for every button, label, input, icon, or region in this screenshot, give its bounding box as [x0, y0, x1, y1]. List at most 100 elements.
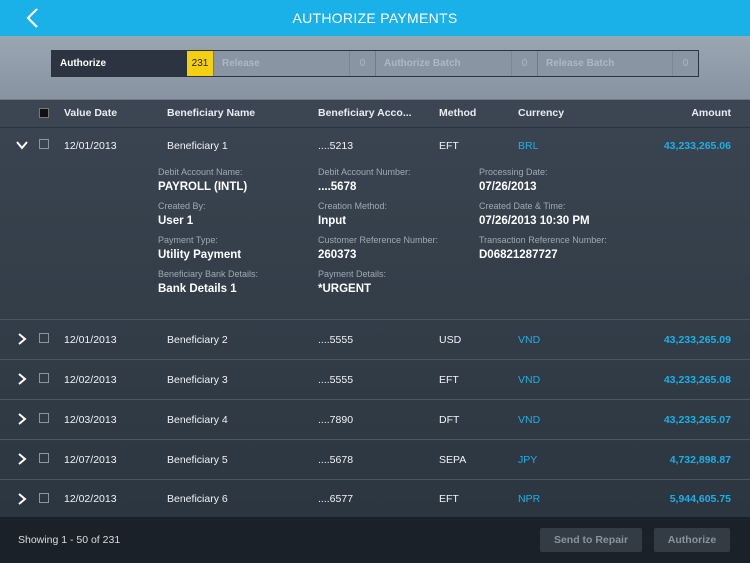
- currency: BRL: [518, 140, 539, 152]
- method: USD: [439, 334, 462, 346]
- amount: 5,944,605.75: [669, 493, 731, 505]
- chevron-down-icon[interactable]: [15, 138, 29, 152]
- amount: 43,233,265.09: [663, 334, 731, 346]
- created-datetime-label: Created Date & Time:: [479, 201, 566, 211]
- method: EFT: [439, 140, 459, 152]
- transaction-reference-label: Transaction Reference Number:: [479, 235, 607, 245]
- beneficiary-account: ....5678: [318, 454, 354, 466]
- beneficiary-account: ....7890: [318, 414, 354, 426]
- value-date: 12/01/2013: [64, 334, 117, 346]
- value-date: 12/03/2013: [64, 414, 117, 426]
- tab-label: Authorize: [60, 58, 107, 69]
- amount: 43,233,265.06: [663, 140, 731, 152]
- table-row[interactable]: 12/01/2013 Beneficiary 2 ....5555 USD VN…: [0, 320, 750, 360]
- method: EFT: [439, 493, 459, 505]
- debit-account-name-label: Debit Account Name:: [158, 167, 243, 177]
- row-checkbox[interactable]: [39, 333, 49, 343]
- pagination-status: Showing 1 - 50 of 231: [18, 534, 121, 546]
- creation-method: Input: [318, 215, 347, 227]
- segmented-tabs: Authorize 231 Release 0 Authorize Batch …: [51, 50, 699, 77]
- currency: VND: [518, 414, 541, 426]
- table-header: Value Date Beneficiary Name Beneficiary …: [0, 100, 750, 128]
- payment-type-label: Payment Type:: [158, 235, 218, 245]
- processing-date: 07/26/2013: [479, 181, 537, 193]
- page-title: AUTHORIZE PAYMENTS: [292, 10, 458, 26]
- method: DFT: [439, 414, 460, 426]
- column-amount[interactable]: Amount: [691, 100, 731, 127]
- payment-details: *URGENT: [318, 283, 372, 295]
- authorize-button[interactable]: Authorize: [654, 528, 730, 552]
- beneficiary-account: ....5555: [318, 374, 354, 386]
- debit-account-name: PAYROLL (INTL): [158, 181, 248, 193]
- debit-account-number: ....5678: [318, 181, 357, 193]
- tab-count-badge: 231: [187, 51, 213, 76]
- table-row[interactable]: 12/03/2013 Beneficiary 4 ....7890 DFT VN…: [0, 400, 750, 440]
- footer-bar: Showing 1 - 50 of 231 Send to Repair Aut…: [0, 517, 750, 563]
- bank-details-label: Beneficiary Bank Details:: [158, 269, 259, 279]
- beneficiary-name: Beneficiary 4: [167, 414, 228, 426]
- table-row[interactable]: 12/07/2013 Beneficiary 5 ....5678 SEPA J…: [0, 440, 750, 480]
- chevron-right-icon[interactable]: [15, 452, 29, 466]
- beneficiary-account: ....5213: [318, 140, 354, 152]
- amount: 4,732,898.87: [669, 454, 731, 466]
- send-to-repair-button[interactable]: Send to Repair: [540, 528, 642, 552]
- beneficiary-account: ....5555: [318, 334, 354, 346]
- currency: VND: [518, 334, 541, 346]
- beneficiary-account: ....6577: [318, 493, 354, 505]
- tab-count-badge: 0: [511, 51, 537, 76]
- beneficiary-name: Beneficiary 1: [167, 140, 228, 152]
- tab-label: Release: [222, 58, 260, 69]
- column-currency[interactable]: Currency: [518, 100, 564, 127]
- payment-details-label: Payment Details:: [318, 269, 387, 279]
- payments-list: 12/01/2013 Beneficiary 1 ....5213 EFT BR…: [0, 128, 750, 517]
- chevron-right-icon[interactable]: [15, 332, 29, 346]
- created-by: User 1: [158, 215, 194, 227]
- method: SEPA: [439, 454, 467, 466]
- table-row[interactable]: 12/02/2013 Beneficiary 6 ....6577 EFT NP…: [0, 480, 750, 517]
- tab-bar: Authorize 231 Release 0 Authorize Batch …: [0, 36, 750, 100]
- select-all-checkbox[interactable]: [39, 108, 49, 118]
- debit-account-number-label: Debit Account Number:: [318, 167, 411, 177]
- value-date: 12/07/2013: [64, 454, 117, 466]
- tab-label: Release Batch: [546, 58, 615, 69]
- chevron-right-icon[interactable]: [15, 412, 29, 426]
- tab-authorize[interactable]: Authorize 231: [52, 51, 214, 76]
- value-date: 12/02/2013: [64, 374, 117, 386]
- transaction-reference: D06821287727: [479, 249, 558, 261]
- currency: JPY: [518, 454, 538, 466]
- column-value-date[interactable]: Value Date: [64, 100, 117, 127]
- customer-reference-label: Customer Reference Number:: [318, 235, 439, 245]
- beneficiary-name: Beneficiary 3: [167, 374, 228, 386]
- beneficiary-name: Beneficiary 2: [167, 334, 228, 346]
- payment-type: Utility Payment: [158, 249, 242, 261]
- tab-label: Authorize Batch: [384, 58, 461, 69]
- beneficiary-name: Beneficiary 6: [167, 493, 228, 505]
- column-beneficiary-account[interactable]: Beneficiary Acco...: [318, 100, 412, 127]
- row-checkbox[interactable]: [39, 413, 49, 423]
- top-bar: AUTHORIZE PAYMENTS: [0, 0, 750, 36]
- value-date: 12/01/2013: [64, 140, 117, 152]
- table-row[interactable]: 12/02/2013 Beneficiary 3 ....5555 EFT VN…: [0, 360, 750, 400]
- column-method[interactable]: Method: [439, 100, 476, 127]
- tab-authorize-batch[interactable]: Authorize Batch 0: [376, 51, 538, 76]
- currency: VND: [518, 374, 541, 386]
- chevron-right-icon[interactable]: [15, 492, 29, 506]
- chevron-right-icon[interactable]: [15, 372, 29, 386]
- tab-release-batch[interactable]: Release Batch 0: [538, 51, 698, 76]
- created-datetime: 07/26/2013 10:30 PM: [479, 215, 590, 227]
- row-checkbox[interactable]: [39, 493, 49, 503]
- column-beneficiary-name[interactable]: Beneficiary Name: [167, 100, 255, 127]
- row-checkbox[interactable]: [39, 453, 49, 463]
- tab-count-badge: 0: [349, 51, 375, 76]
- table-row[interactable]: 12/01/2013 Beneficiary 1 ....5213 EFT BR…: [0, 128, 750, 320]
- creation-method-label: Creation Method:: [318, 201, 388, 211]
- row-checkbox[interactable]: [39, 373, 49, 383]
- tab-release[interactable]: Release 0: [214, 51, 376, 76]
- processing-date-label: Processing Date:: [479, 167, 548, 177]
- method: EFT: [439, 374, 459, 386]
- amount: 43,233,265.07: [663, 414, 731, 426]
- row-checkbox[interactable]: [39, 139, 49, 149]
- tab-count-badge: 0: [672, 51, 698, 76]
- created-by-label: Created By:: [158, 201, 206, 211]
- value-date: 12/02/2013: [64, 493, 117, 505]
